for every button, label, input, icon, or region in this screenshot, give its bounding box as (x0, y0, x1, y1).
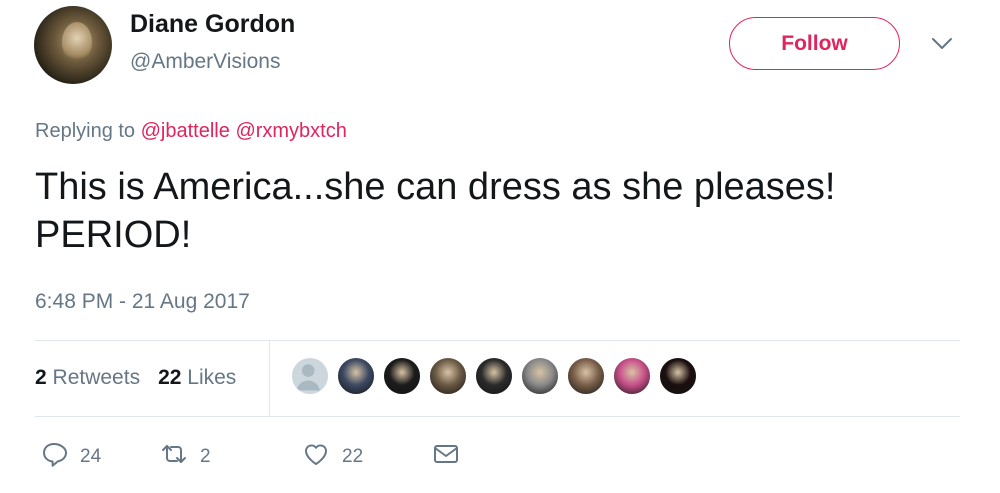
person-avatar-icon[interactable] (520, 356, 560, 396)
tweet-actions: 24 2 22 (40, 440, 540, 470)
retweet-icon (160, 440, 188, 474)
person-avatar-icon[interactable] (612, 356, 652, 396)
person-avatar-icon[interactable] (658, 356, 698, 396)
person-avatar-icon[interactable] (566, 356, 606, 396)
person-avatar-icon[interactable] (474, 356, 514, 396)
user-handle[interactable]: @AmberVisions (130, 50, 281, 74)
tweet-text: This is America...she can dress as she p… (35, 166, 836, 256)
retweet-count: 2 (200, 446, 211, 467)
person-avatar-icon[interactable] (382, 356, 422, 396)
tweet-stats: 2 Retweets 22 Likes (35, 366, 236, 390)
liker-avatars (290, 356, 704, 396)
retweet-action[interactable]: 2 (160, 440, 211, 474)
user-display-name[interactable]: Diane Gordon (130, 10, 295, 39)
retweets-count: 2 (35, 366, 47, 389)
divider (35, 416, 960, 417)
reply-action[interactable]: 24 (40, 440, 101, 474)
likes-stat[interactable]: 22 Likes (158, 366, 236, 390)
follow-button[interactable]: Follow (729, 17, 900, 70)
direct-message-action[interactable] (432, 440, 460, 474)
helmet-avatar-icon[interactable] (336, 356, 376, 396)
replying-to: Replying to @jbattelle @rxmybxtch (35, 120, 347, 143)
like-action[interactable]: 22 (302, 440, 363, 474)
likes-count: 22 (158, 366, 182, 389)
replying-to-label: Replying to (35, 120, 136, 142)
mention-link[interactable]: @rxmybxtch (235, 120, 346, 142)
person-avatar-icon[interactable] (428, 356, 468, 396)
mention-link[interactable]: @jbattelle (141, 120, 230, 142)
chevron-down-icon[interactable] (930, 34, 954, 54)
like-count: 22 (342, 446, 364, 467)
divider (35, 340, 960, 341)
user-avatar[interactable] (34, 6, 112, 84)
likes-label: Likes (187, 366, 237, 389)
heart-icon (302, 440, 330, 474)
retweets-stat[interactable]: 2 Retweets (35, 366, 140, 390)
tweet-timestamp[interactable]: 6:48 PM - 21 Aug 2017 (35, 290, 250, 314)
divider (269, 340, 270, 416)
reply-count: 24 (80, 446, 102, 467)
envelope-icon (432, 440, 460, 474)
retweets-label: Retweets (52, 366, 141, 389)
reply-icon (40, 440, 68, 474)
default-avatar-icon[interactable] (290, 356, 330, 396)
